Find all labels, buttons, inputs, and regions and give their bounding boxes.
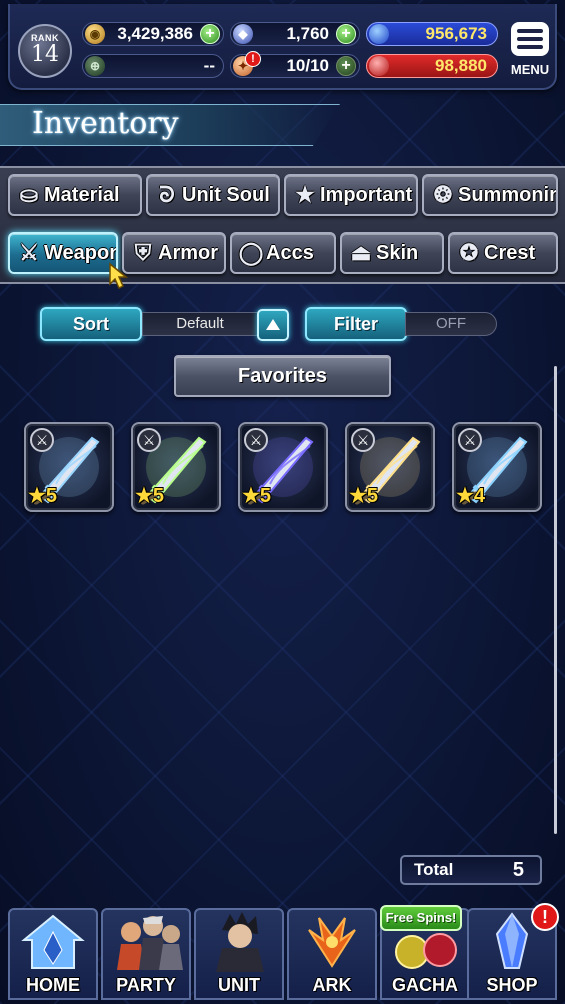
menu-label: MENU <box>510 62 550 77</box>
rarity-stars: ★4 <box>456 485 486 507</box>
nav-shop-label: SHOP <box>486 975 538 995</box>
unit-hero-icon <box>216 912 264 972</box>
nav-unit-label: UNIT <box>218 975 260 995</box>
tab-skin-label: Skin <box>376 242 419 264</box>
sword-icon: ⚔ <box>19 240 39 265</box>
ring-icon: ◯ <box>238 240 264 265</box>
nav-home-label: HOME <box>26 975 80 995</box>
nav-party[interactable]: PARTY <box>101 908 191 1000</box>
sword-icon: ⚔ <box>244 428 268 452</box>
rarity-stars: ★5 <box>349 485 379 507</box>
tab-crest[interactable]: ✪ Crest <box>448 232 558 274</box>
rank-badge[interactable]: RANK 14 <box>18 24 72 78</box>
scrollbar[interactable] <box>554 366 557 834</box>
weapon-item[interactable]: ⚔ ★4 <box>452 422 542 512</box>
blue-orb-icon <box>369 24 389 44</box>
tab-weapon[interactable]: ⚔ Weapon <box>8 232 118 274</box>
sort-button[interactable]: Sort <box>40 307 142 341</box>
tab-important-label: Important <box>320 184 413 206</box>
lapis-value: 1,760 <box>286 24 329 43</box>
top-status-bar: RANK 14 ◉ 3,429,386 + ◆ 1,760 + 956,673 … <box>8 4 557 90</box>
tab-accs[interactable]: ◯ Accs <box>230 232 336 274</box>
star-icon: ★ <box>295 182 315 207</box>
soul-icon: ᘐ <box>159 182 175 207</box>
pointer-cursor-icon <box>109 262 129 290</box>
lapis-counter: ◆ 1,760 + <box>230 22 360 46</box>
menu-button[interactable]: MENU <box>508 22 552 82</box>
tab-armor-label: Armor <box>158 242 219 264</box>
red-orb-icon <box>369 56 389 76</box>
sword-icon: ⚔ <box>351 428 375 452</box>
tab-unit-soul-label: Unit Soul <box>182 184 270 206</box>
filter-state[interactable]: OFF <box>405 312 497 336</box>
secondary-counter: ⊕ -- <box>82 54 224 78</box>
home-crystal-icon <box>21 914 85 969</box>
red-currency-value: 98,880 <box>435 56 487 75</box>
total-value: 5 <box>512 859 524 881</box>
tab-skin[interactable]: ⏏ Skin <box>340 232 444 274</box>
blue-currency-counter: 956,673 <box>366 22 498 46</box>
ark-phoenix-icon <box>308 917 356 968</box>
tab-material-label: Material <box>44 184 120 206</box>
weapon-item[interactable]: ⚔ ★5 <box>131 422 221 512</box>
category-tabs: ⛀ Material ᘐ Unit Soul ★ Important ❂ Sum… <box>0 166 565 284</box>
secondary-value: -- <box>203 56 215 75</box>
nav-gacha-label: GACHA <box>392 975 458 995</box>
stamina-value: 10/10 <box>286 56 329 75</box>
sword-icon: ⚔ <box>137 428 161 452</box>
lapis-crystal-icon: ◆ <box>233 24 253 44</box>
tab-summoning-label: Summoning <box>458 184 556 206</box>
nav-ark[interactable]: ARK <box>287 908 377 1000</box>
gil-icon: ◉ <box>85 24 105 44</box>
tab-crest-label: Crest <box>484 242 536 264</box>
armor-icon: ⛨ <box>134 240 152 265</box>
nav-home[interactable]: HOME <box>8 908 98 1000</box>
tab-weapon-label: Weapon <box>44 242 118 264</box>
party-characters-icon <box>117 916 183 970</box>
add-lapis-button[interactable]: + <box>336 24 356 44</box>
filter-button[interactable]: Filter <box>305 307 407 341</box>
shop-alert-icon: ! <box>531 903 559 931</box>
sort-value-select[interactable]: Default <box>142 312 258 336</box>
gil-value: 3,429,386 <box>117 24 193 43</box>
crest-icon: ✪ <box>459 240 479 265</box>
weapon-item[interactable]: ⚔ ★5 <box>345 422 435 512</box>
rank-value: 14 <box>31 42 59 67</box>
bag-icon: ⛀ <box>19 182 39 207</box>
tab-summoning[interactable]: ❂ Summoning <box>422 174 558 216</box>
gil-counter: ◉ 3,429,386 + <box>82 22 224 46</box>
rarity-stars: ★5 <box>28 485 58 507</box>
nav-party-label: PARTY <box>116 975 176 995</box>
free-spins-badge: Free Spins! <box>380 905 462 931</box>
tab-important[interactable]: ★ Important <box>284 174 418 216</box>
sword-icon: ⚔ <box>30 428 54 452</box>
sword-icon: ⚔ <box>458 428 482 452</box>
tab-accs-label: Accs <box>266 242 314 264</box>
weapon-item[interactable]: ⚔ ★5 <box>238 422 328 512</box>
stamina-counter: ✦ ! 10/10 + <box>230 51 360 78</box>
blue-currency-value: 956,673 <box>425 24 487 43</box>
rarity-stars: ★5 <box>242 485 272 507</box>
total-counter: Total 5 <box>400 855 542 885</box>
add-gil-button[interactable]: + <box>200 24 220 44</box>
tab-unit-soul[interactable]: ᘐ Unit Soul <box>146 174 280 216</box>
total-label: Total <box>414 860 454 879</box>
arrow-up-icon <box>266 319 280 330</box>
sort-order-toggle[interactable] <box>257 309 289 341</box>
hamburger-icon <box>511 22 549 56</box>
red-currency-counter: 98,880 <box>366 54 498 78</box>
tab-material[interactable]: ⛀ Material <box>8 174 142 216</box>
stamina-alert-icon: ! <box>245 51 261 67</box>
summon-icon: ❂ <box>433 182 453 207</box>
compass-icon: ⊕ <box>85 56 105 76</box>
favorites-button[interactable]: Favorites <box>174 355 391 397</box>
page-title: Inventory <box>32 106 179 141</box>
rarity-stars: ★5 <box>135 485 165 507</box>
hanger-icon: ⏏ <box>350 240 372 265</box>
add-stamina-button[interactable]: + <box>336 56 356 76</box>
weapon-item[interactable]: ⚔ ★5 <box>24 422 114 512</box>
nav-ark-label: ARK <box>312 975 352 995</box>
tab-armor[interactable]: ⛨ Armor <box>122 232 226 274</box>
nav-unit[interactable]: UNIT <box>194 908 284 1000</box>
